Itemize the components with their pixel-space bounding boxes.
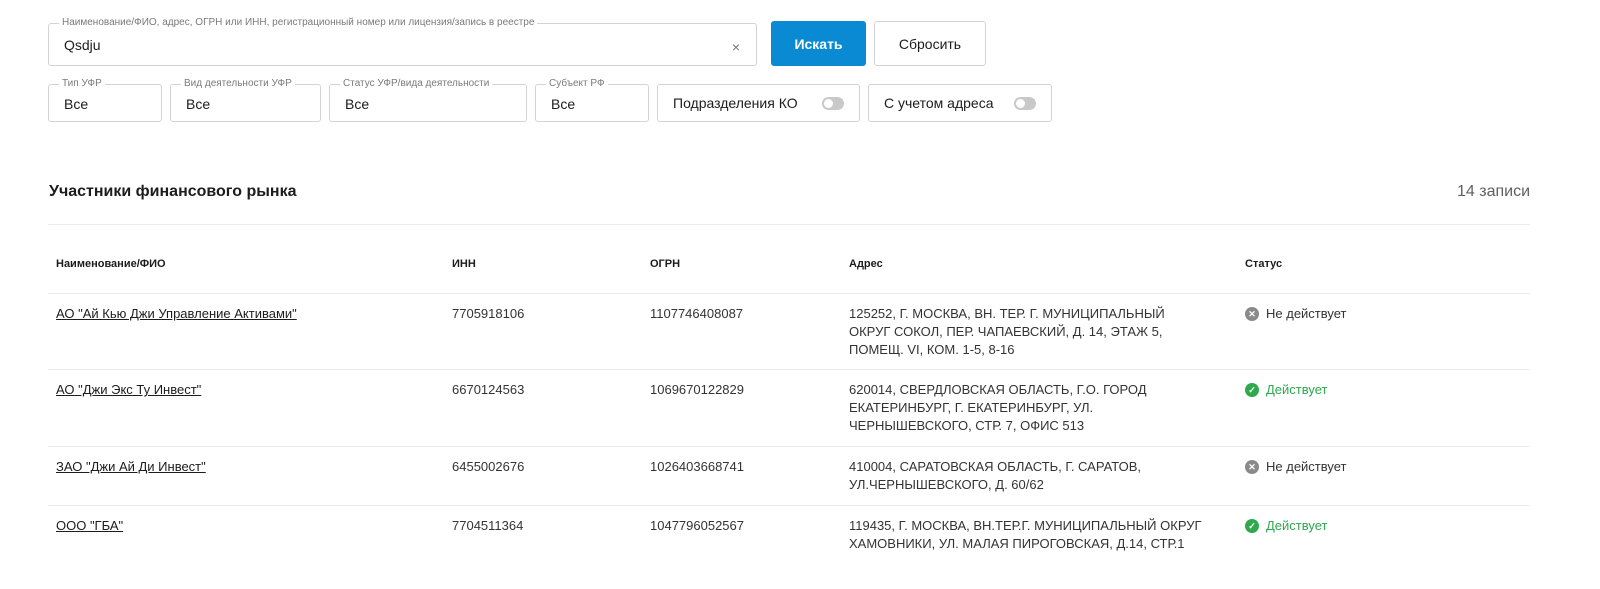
- filter-activity-type-label: Вид деятельности УФР: [181, 78, 295, 90]
- status-badge: ✓ Действует: [1245, 381, 1327, 399]
- check-circle-icon: ✓: [1245, 519, 1259, 533]
- address-value: 119435, Г. МОСКВА, ВН.ТЕР.Г. МУНИЦИПАЛЬН…: [849, 518, 1202, 551]
- filter-status[interactable]: Статус УФР/вида деятельности Все: [329, 78, 527, 122]
- status-badge: ✓ Действует: [1245, 517, 1327, 535]
- status-badge: ✕ Не действует: [1245, 305, 1347, 323]
- check-circle-icon: ✓: [1245, 383, 1259, 397]
- status-badge: ✕ Не действует: [1245, 458, 1347, 476]
- filter-ufr-type[interactable]: Тип УФР Все: [48, 78, 162, 122]
- search-button[interactable]: Искать: [771, 21, 866, 66]
- section-title: Участники финансового рынка: [49, 183, 297, 200]
- ogrn-value: 1107746408087: [650, 306, 744, 321]
- status-label: Не действует: [1266, 459, 1347, 474]
- filter-region-label: Субъект РФ: [546, 78, 608, 90]
- toggle-address-label: С учетом адреса: [884, 95, 994, 111]
- filter-activity-type[interactable]: Вид деятельности УФР Все: [170, 78, 321, 122]
- toggle-switch-icon[interactable]: [1014, 97, 1036, 110]
- filter-activity-type-value: Все: [186, 96, 211, 112]
- participant-name-link[interactable]: АО "Ай Кью Джи Управление Активами": [56, 305, 297, 323]
- divider: [48, 224, 1530, 225]
- column-header-name: Наименование/ФИО: [56, 258, 166, 270]
- reset-button[interactable]: Сбросить: [874, 21, 986, 66]
- filter-ufr-type-label: Тип УФР: [59, 78, 105, 90]
- divider: [48, 446, 1530, 447]
- address-value: 125252, Г. МОСКВА, ВН. ТЕР. Г. МУНИЦИПАЛ…: [849, 306, 1165, 357]
- address-value: 410004, САРАТОВСКАЯ ОБЛАСТЬ, Г. САРАТОВ,…: [849, 459, 1142, 492]
- search-field-label: Наименование/ФИО, адрес, ОГРН или ИНН, р…: [59, 17, 538, 29]
- toggle-address[interactable]: С учетом адреса: [868, 84, 1052, 122]
- ogrn-value: 1069670122829: [650, 382, 744, 397]
- status-label: Не действует: [1266, 306, 1347, 321]
- cross-circle-icon: ✕: [1245, 307, 1259, 321]
- status-label: Действует: [1266, 518, 1328, 533]
- search-input[interactable]: Qsdju: [64, 37, 101, 53]
- toggle-ko-subdivisions[interactable]: Подразделения КО: [657, 84, 860, 122]
- participant-name-link[interactable]: ЗАО "Джи Ай Ди Инвест": [56, 458, 206, 476]
- divider: [48, 293, 1530, 294]
- inn-value: 6455002676: [452, 459, 525, 474]
- inn-value: 6670124563: [452, 382, 525, 397]
- divider: [48, 505, 1530, 506]
- inn-value: 7705918106: [452, 306, 525, 321]
- search-field[interactable]: Наименование/ФИО, адрес, ОГРН или ИНН, р…: [48, 17, 757, 66]
- address-value: 620014, СВЕРДЛОВСКАЯ ОБЛАСТЬ, Г.О. ГОРОД…: [849, 382, 1147, 433]
- participant-name-link[interactable]: ООО "ГБА": [56, 517, 123, 535]
- column-header-status: Статус: [1245, 258, 1283, 270]
- ogrn-value: 1047796052567: [650, 518, 744, 533]
- column-header-address: Адрес: [849, 258, 883, 270]
- records-count: 14 записи: [1456, 183, 1530, 200]
- filter-status-value: Все: [345, 96, 370, 112]
- inn-value: 7704511364: [452, 518, 524, 533]
- participant-name-link[interactable]: АО "Джи Экс Ту Инвест": [56, 381, 201, 399]
- filter-status-label: Статус УФР/вида деятельности: [340, 78, 493, 90]
- column-header-ogrn: ОГРН: [650, 258, 681, 270]
- filter-region[interactable]: Субъект РФ Все: [535, 78, 649, 122]
- filter-ufr-type-value: Все: [64, 96, 89, 112]
- cross-circle-icon: ✕: [1245, 460, 1259, 474]
- status-label: Действует: [1266, 382, 1328, 397]
- toggle-switch-icon[interactable]: [822, 97, 844, 110]
- filter-region-value: Все: [551, 96, 576, 112]
- column-header-inn: ИНН: [452, 258, 476, 270]
- divider: [48, 369, 1530, 370]
- ogrn-value: 1026403668741: [650, 459, 744, 474]
- toggle-ko-subdivisions-label: Подразделения КО: [673, 95, 798, 111]
- clear-icon[interactable]: ×: [728, 39, 744, 55]
